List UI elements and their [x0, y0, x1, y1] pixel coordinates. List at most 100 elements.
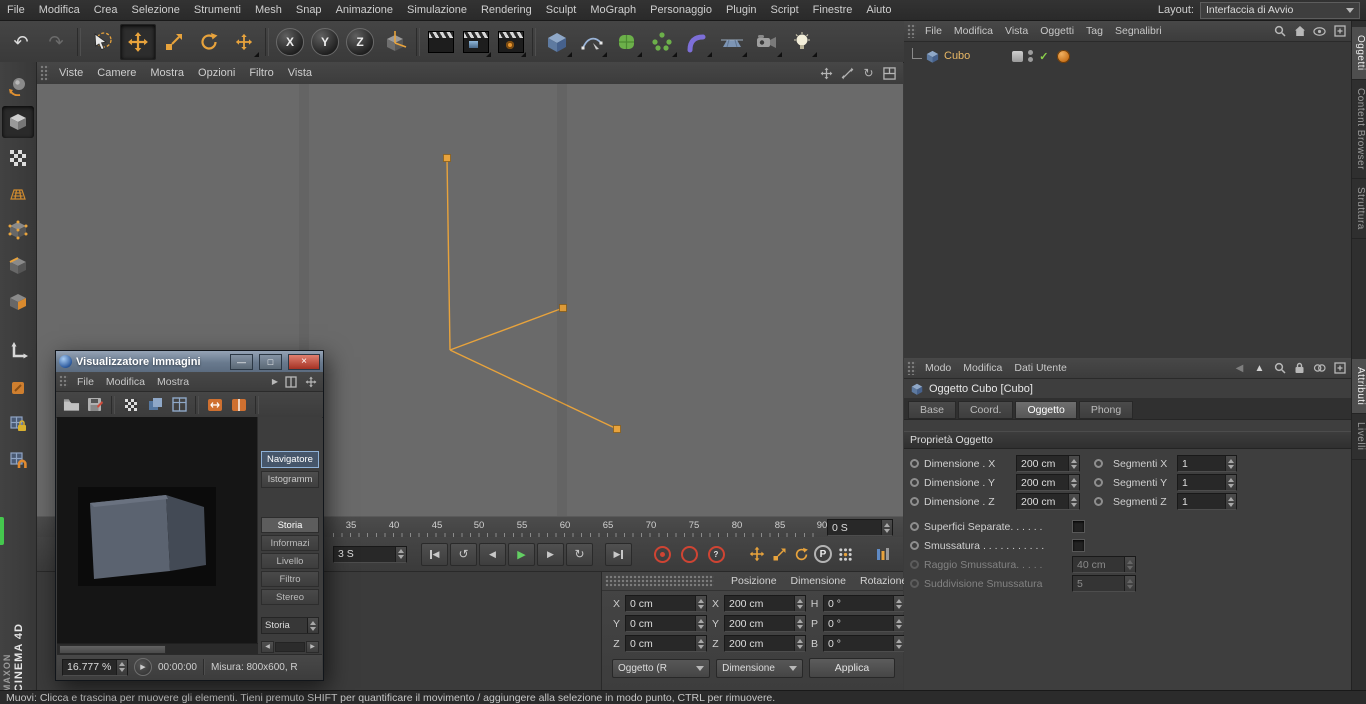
tab-attributi[interactable]: Attributi: [1352, 359, 1366, 415]
history-table-button[interactable]: [169, 395, 189, 415]
scroll-left-icon[interactable]: ◀: [261, 640, 274, 653]
vp-menu-vista[interactable]: Vista: [281, 62, 319, 84]
iv-menu-modifica[interactable]: Modifica: [100, 376, 151, 388]
autokey-button[interactable]: [677, 544, 701, 565]
stepper[interactable]: [1225, 494, 1236, 509]
stepper[interactable]: [116, 659, 127, 675]
rot-b-field[interactable]: 0 °: [823, 635, 905, 652]
menu-strumenti[interactable]: Strumenti: [187, 0, 248, 20]
anim-dot-icon[interactable]: [1094, 478, 1103, 487]
size-x-field[interactable]: 200 cm: [724, 595, 806, 612]
scroll-right-icon[interactable]: ▶: [306, 640, 319, 653]
phong-tag-icon[interactable]: [1056, 49, 1070, 63]
am-menu-modo[interactable]: Modo: [919, 362, 957, 374]
rot-h-field[interactable]: 0 °: [823, 595, 905, 612]
current-frame-field[interactable]: 3 S: [333, 545, 407, 563]
compare-split-button[interactable]: [229, 395, 249, 415]
compare-ab-button[interactable]: [205, 395, 225, 415]
keying-settings-button[interactable]: [835, 544, 855, 564]
segments-x-field[interactable]: 1: [1177, 455, 1237, 472]
vp-menu-filtro[interactable]: Filtro: [242, 62, 280, 84]
layer-chip[interactable]: [1012, 50, 1024, 62]
scroll-track[interactable]: [275, 641, 305, 652]
workplane-mode-button[interactable]: [2, 178, 34, 210]
keyframe-selection-button[interactable]: ?: [704, 544, 728, 565]
stepper[interactable]: [794, 616, 805, 631]
panel-grip[interactable]: [605, 575, 714, 587]
range-end-field[interactable]: 0 S: [827, 519, 893, 536]
polygons-mode-button[interactable]: [2, 286, 34, 318]
stepper[interactable]: [881, 520, 892, 535]
channels-button[interactable]: [121, 395, 141, 415]
tab-phong[interactable]: Phong: [1078, 401, 1134, 419]
object-row-cubo[interactable]: Cubo ✓: [904, 47, 1352, 65]
tab-content-browser[interactable]: Content Browser: [1352, 79, 1366, 179]
menu-aiuto[interactable]: Aiuto: [859, 0, 898, 20]
tab-livelli[interactable]: Livelli: [1352, 414, 1366, 460]
stepper[interactable]: [893, 636, 904, 651]
visibility-dots[interactable]: [1028, 50, 1034, 62]
texture-axis-button[interactable]: [2, 372, 34, 404]
tab-base[interactable]: Base: [908, 401, 956, 419]
sync-icon[interactable]: [1312, 361, 1327, 376]
menu-crea[interactable]: Crea: [87, 0, 125, 20]
am-menu-modifica[interactable]: Modifica: [957, 362, 1008, 374]
lock-icon[interactable]: [1292, 361, 1307, 376]
split-panes-icon[interactable]: [283, 374, 298, 389]
menu-animazione[interactable]: Animazione: [329, 0, 400, 20]
next-frame-button[interactable]: ▶: [537, 542, 564, 566]
render-preview-area[interactable]: [57, 417, 258, 643]
tab-storia[interactable]: Storia: [261, 517, 319, 533]
anim-dot-icon[interactable]: [1094, 459, 1103, 468]
tab-struttura[interactable]: Struttura: [1352, 178, 1366, 239]
toggle-views-icon[interactable]: [882, 66, 897, 81]
window-titlebar[interactable]: Visualizzatore Immagini — □ ×: [56, 351, 323, 372]
goto-end-button[interactable]: ▶: [605, 542, 632, 566]
model-mode-button[interactable]: [2, 106, 34, 138]
pos-y-field[interactable]: 0 cm: [625, 615, 707, 632]
coord-mode-dropdown[interactable]: Oggetto (R: [612, 658, 711, 678]
tab-oggetto[interactable]: Oggetto: [1015, 401, 1077, 419]
om-menu-segnalibri[interactable]: Segnalibri: [1109, 25, 1168, 37]
stepper[interactable]: [1068, 475, 1079, 490]
pos-x-field[interactable]: 0 cm: [625, 595, 707, 612]
anim-dot-icon[interactable]: [1094, 497, 1103, 506]
redo-button[interactable]: ↷: [39, 25, 73, 59]
pan-view-icon[interactable]: [819, 66, 834, 81]
size-z-field[interactable]: 200 cm: [724, 635, 806, 652]
am-menu-dati-utente[interactable]: Dati Utente: [1008, 362, 1073, 374]
om-menu-vista[interactable]: Vista: [999, 25, 1034, 37]
om-menu-modifica[interactable]: Modifica: [948, 25, 999, 37]
add-tab-icon[interactable]: [1332, 24, 1347, 39]
play-render-button[interactable]: ▶: [134, 658, 152, 676]
search-icon[interactable]: [1272, 361, 1287, 376]
fillet-checkbox[interactable]: [1072, 539, 1085, 552]
dock-icon[interactable]: [303, 374, 318, 389]
coordinate-system-button[interactable]: [378, 25, 412, 59]
previous-frame-button[interactable]: ◀: [479, 542, 506, 566]
last-tool-button[interactable]: [227, 25, 261, 59]
points-mode-button[interactable]: [2, 214, 34, 246]
enabled-check-icon[interactable]: ✓: [1039, 50, 1048, 63]
stepper[interactable]: [1225, 456, 1236, 471]
segments-y-field[interactable]: 1: [1177, 474, 1237, 491]
save-button[interactable]: [85, 395, 105, 415]
lock-z-axis-button[interactable]: Z: [343, 25, 377, 59]
stepper[interactable]: [307, 618, 318, 633]
stepper[interactable]: [794, 636, 805, 651]
spline-pen-button[interactable]: [575, 25, 609, 59]
snap-magnet-button[interactable]: [2, 444, 34, 476]
size-y-field[interactable]: 200 cm: [1016, 474, 1080, 491]
previous-key-button[interactable]: ↺: [450, 542, 477, 566]
move-tool-button[interactable]: [120, 23, 156, 60]
key-scale-button[interactable]: [769, 544, 789, 564]
key-position-button[interactable]: [747, 544, 767, 564]
anim-dot-icon[interactable]: [910, 522, 919, 531]
zoom-field[interactable]: 16.777 %: [62, 658, 128, 676]
stepper[interactable]: [695, 596, 706, 611]
close-button[interactable]: ×: [288, 353, 320, 370]
lock-y-axis-button[interactable]: Y: [308, 25, 342, 59]
tab-livello[interactable]: Livello: [261, 553, 319, 569]
enable-axis-button[interactable]: [2, 336, 34, 368]
tab-informazioni[interactable]: Informazi: [261, 535, 319, 551]
